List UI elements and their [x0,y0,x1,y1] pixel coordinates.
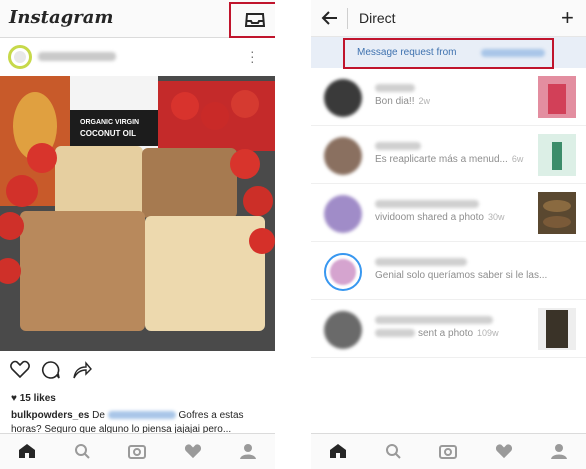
thread-message: Es reaplicarte más a menud... 6w [375,154,524,165]
feed-top-bar: Instagram [0,0,275,38]
thread-avatar [324,195,362,233]
thread-item[interactable]: sent a photo 109w [311,300,586,358]
thread-message: sent a photo 109w [375,328,499,339]
thread-item[interactable]: Es reaplicarte más a menud... 6w [311,126,586,184]
thread-avatar [324,79,362,117]
post-avatar[interactable] [8,45,32,69]
search-icon[interactable] [385,443,401,464]
thread-message: Genial solo queríamos saber si le las... [375,270,548,281]
heart-icon[interactable] [495,443,513,464]
more-options-icon[interactable]: · · · [250,44,255,68]
feed-bottom-nav [0,433,275,469]
inbox-icon [245,13,265,27]
svg-text:COCONUT OIL: COCONUT OIL [80,129,136,138]
waffles-photo: ORGANIC VIRGIN COCONUT OIL [0,76,275,351]
camera-icon[interactable] [439,443,457,464]
request-username-blurred [481,49,545,57]
thread-name-blurred [375,200,479,208]
title-separator [347,8,348,29]
direct-top-bar: Direct + [311,0,586,37]
thread-message: vividoom shared a photo 30w [375,212,505,223]
caption-username[interactable]: bulkpowders_es [11,410,89,421]
thread-item[interactable]: Genial solo queríamos saber si le las... [311,242,586,300]
thread-item[interactable]: vividoom shared a photo 30w [311,184,586,242]
thread-thumbnail [538,76,576,118]
thread-item[interactable]: Bon dia!! 2w [311,68,586,126]
instagram-logo: Instagram [9,7,114,28]
screen-gap [275,0,311,469]
thread-name-blurred [375,84,415,92]
camera-icon[interactable] [128,443,146,464]
post-photo[interactable]: ORGANIC VIRGIN COCONUT OIL [0,76,275,351]
thread-thumbnail [538,192,576,234]
direct-inbox-button[interactable] [229,2,275,38]
home-icon[interactable] [18,443,36,464]
profile-icon[interactable] [240,443,256,464]
svg-text:ORGANIC VIRGIN: ORGANIC VIRGIN [80,119,139,126]
thread-avatar-story-ring [324,253,362,291]
direct-screen: Direct + Message request from Bon dia!! 2… [311,0,586,469]
home-icon[interactable] [329,443,347,464]
profile-icon[interactable] [551,443,567,464]
heart-icon[interactable] [184,443,202,464]
thread-name-blurred [375,142,421,150]
back-arrow-icon[interactable] [321,9,339,27]
thread-thumbnail [538,308,576,350]
thread-message: Bon dia!! 2w [375,96,430,107]
feed-screen: Instagram · · · ORGANIC VIRGIN COCONUT OIL [0,0,275,469]
new-message-icon[interactable]: + [561,5,574,31]
likes-count[interactable]: ♥ 15 likes [11,393,56,404]
search-icon[interactable] [74,443,90,464]
thread-name-blurred [375,316,493,324]
direct-bottom-nav [311,433,586,469]
post-actions [0,356,275,384]
thread-name-blurred [375,258,467,266]
direct-title: Direct [359,10,396,26]
thread-avatar [324,311,362,349]
thread-avatar [324,137,362,175]
share-icon[interactable] [72,360,92,380]
caption-mention-blurred[interactable] [107,411,176,420]
request-text: Message request from [357,47,457,58]
post-username-blurred[interactable] [38,52,116,61]
post-header: · · · [0,38,275,76]
thread-thumbnail [538,134,576,176]
sender-name-blurred [375,329,415,338]
message-request-bar[interactable]: Message request from [311,37,586,69]
like-heart-icon[interactable] [10,360,30,378]
comment-icon[interactable] [41,360,61,380]
